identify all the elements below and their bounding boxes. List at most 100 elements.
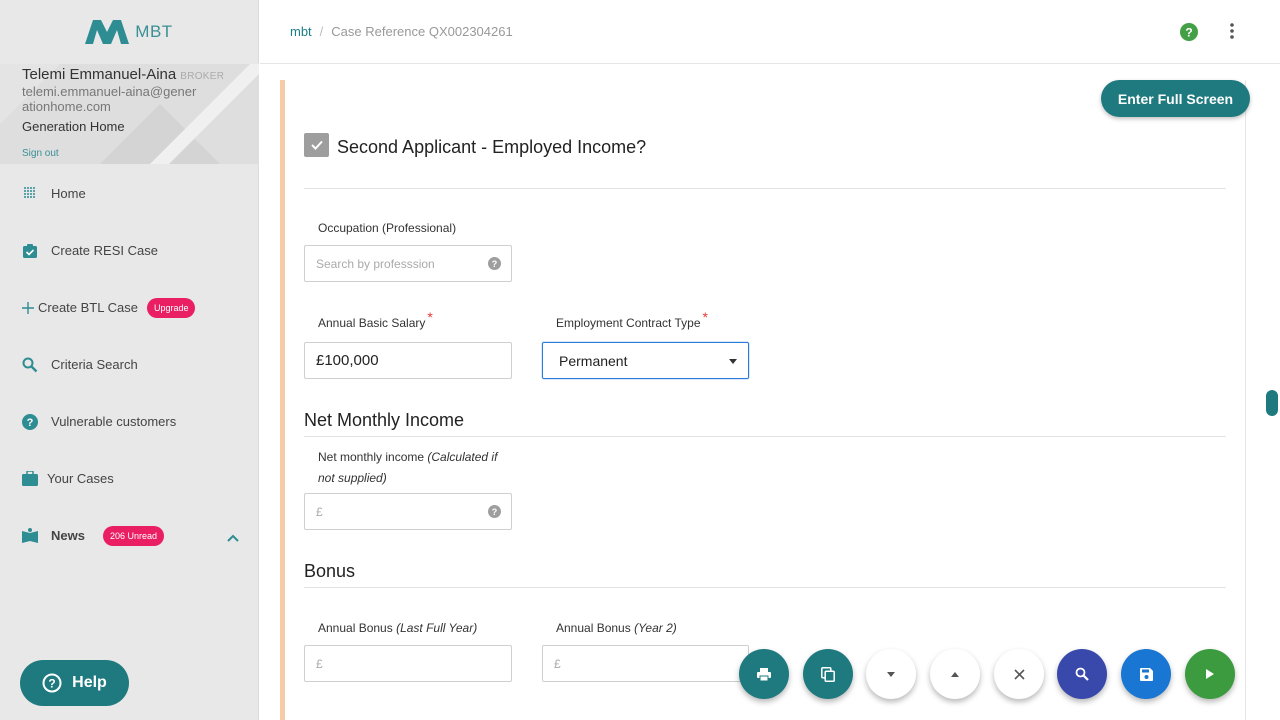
sidebar-item-your-cases[interactable]: Your Cases [0, 450, 259, 507]
annual-basic-salary-label: Annual Basic Salary * [318, 309, 433, 330]
breadcrumb-home-link[interactable]: mbt [290, 24, 312, 39]
copy-icon [821, 666, 835, 682]
sidebar-item-label: Your Cases [47, 471, 114, 486]
net-monthly-income-heading: Net Monthly Income [304, 410, 465, 430]
divider [304, 188, 1226, 189]
bonus-label-note: (Year 2) [634, 621, 677, 635]
user-name: Telemi Emmanuel-Aina BROKER [22, 66, 259, 83]
occupation-label: Occupation (Professional) [318, 221, 457, 235]
currency-placeholder: £ [554, 656, 561, 671]
sidebar-item-create-resi-case[interactable]: Create RESI Case [0, 222, 259, 279]
save-button[interactable] [1121, 649, 1171, 699]
occupation-search-input[interactable]: Search by professsion ? [304, 245, 512, 282]
brand-name: MBT [135, 22, 173, 41]
help-circle-icon: ? [42, 673, 62, 693]
svg-text:?: ? [1185, 26, 1192, 40]
svg-text:?: ? [492, 259, 498, 269]
close-button[interactable] [994, 649, 1044, 699]
bonus-label-note: (Last Full Year) [396, 621, 478, 635]
chevron-up-icon [951, 671, 959, 677]
user-email: telemi.emmanuel-aina@generationhome.com [22, 84, 197, 114]
help-label: Help [72, 674, 107, 691]
required-asterisk: * [702, 309, 708, 325]
salary-label-text: Annual Basic Salary [318, 316, 426, 330]
contract-label-text: Employment Contract Type [556, 316, 701, 330]
second-applicant-employed-checkbox[interactable] [304, 133, 329, 157]
sidebar-item-label: Criteria Search [51, 357, 138, 372]
divider [304, 587, 1226, 588]
collapse-down-button[interactable] [866, 649, 916, 699]
search-icon [1075, 667, 1089, 681]
expand-up-button[interactable] [930, 649, 980, 699]
help-circle-icon: ? [22, 413, 38, 430]
mbt-logo-icon [85, 20, 130, 44]
sign-out-link[interactable]: Sign out [22, 148, 59, 159]
net-monthly-label-text: Net monthly income [318, 450, 425, 464]
help-circle-icon[interactable]: ? [488, 257, 501, 275]
user-name-text: Telemi Emmanuel-Aina [22, 66, 177, 83]
bonus-heading: Bonus [304, 561, 356, 581]
employment-contract-type-label: Employment Contract Type * [556, 309, 708, 330]
annual-basic-salary-input[interactable]: £100,000 [304, 342, 512, 379]
salary-value: £100,000 [316, 352, 379, 369]
sidebar-item-home[interactable]: Home [0, 164, 259, 222]
sidebar-item-news[interactable]: News 206 Unread [0, 507, 259, 564]
annual-bonus-last-full-year-input[interactable]: £ [304, 645, 512, 682]
sidebar-item-criteria-search[interactable]: Criteria Search [0, 336, 259, 393]
unread-badge: 206 Unread [102, 525, 165, 546]
sidebar-item-label: News [51, 528, 85, 543]
sidebar-item-vulnerable-customers[interactable]: ? Vulnerable customers [0, 393, 259, 450]
annual-bonus-last-full-year-label: Annual Bonus (Last Full Year) [318, 621, 477, 635]
annual-bonus-year-2-input[interactable]: £ [542, 645, 749, 682]
play-icon [1206, 669, 1214, 679]
book-icon [22, 528, 38, 544]
sidebar-nav: Home Create RESI Case Create BTL Case Up… [0, 164, 259, 564]
svg-text:?: ? [492, 507, 498, 517]
help-button[interactable]: ? Help [20, 660, 129, 706]
more-vertical-icon[interactable] [1230, 22, 1234, 45]
enter-full-screen-button[interactable]: Enter Full Screen [1101, 80, 1250, 117]
print-button[interactable] [739, 649, 789, 699]
user-role: BROKER [180, 71, 225, 82]
upgrade-badge[interactable]: Upgrade [146, 297, 196, 318]
checkmark-icon [310, 140, 323, 150]
grid-icon [22, 185, 38, 201]
top-bar: mbt / Case Reference QX002304261 ? [260, 0, 1280, 64]
sidebar-item-label: Create BTL Case [38, 300, 138, 315]
bonus-label-text: Annual Bonus [318, 621, 393, 635]
chevron-down-icon [729, 359, 737, 364]
employment-contract-type-select[interactable]: Permanent [542, 342, 749, 379]
brand-logo[interactable]: MBT [0, 0, 258, 64]
annual-bonus-year-2-label: Annual Bonus (Year 2) [556, 621, 677, 635]
breadcrumb: mbt / Case Reference QX002304261 [290, 24, 513, 39]
user-company: Generation Home [22, 119, 125, 134]
help-icon[interactable]: ? [1180, 23, 1198, 46]
next-button[interactable] [1185, 649, 1235, 699]
currency-placeholder: £ [316, 504, 323, 519]
help-circle-icon[interactable]: ? [488, 505, 501, 523]
close-icon [1013, 668, 1025, 680]
clipboard-check-icon [22, 243, 38, 259]
net-monthly-income-label: Net monthly income (Calculated if not su… [318, 447, 508, 489]
bonus-label-text: Annual Bonus [556, 621, 631, 635]
search-button[interactable] [1057, 649, 1107, 699]
divider [304, 436, 1226, 437]
search-icon [22, 357, 38, 373]
occupation-placeholder: Search by professsion [316, 256, 435, 271]
svg-text:?: ? [48, 677, 55, 691]
save-icon [1139, 667, 1153, 681]
sidebar-item-label: Create RESI Case [51, 243, 158, 258]
required-asterisk: * [427, 309, 433, 325]
scrollbar-handle[interactable] [1266, 390, 1278, 416]
print-icon [757, 667, 771, 681]
plus-icon [22, 300, 34, 316]
svg-text:?: ? [27, 417, 34, 429]
copy-button[interactable] [803, 649, 853, 699]
net-monthly-income-input[interactable]: £ ? [304, 493, 512, 530]
chevron-up-icon[interactable] [227, 529, 239, 547]
sidebar-item-create-btl-case[interactable]: Create BTL Case Upgrade [0, 279, 259, 336]
briefcase-icon [22, 471, 38, 487]
checkbox-title: Second Applicant - Employed Income? [337, 137, 647, 157]
chevron-down-icon [887, 671, 895, 677]
sidebar-item-label: Vulnerable customers [51, 414, 177, 429]
